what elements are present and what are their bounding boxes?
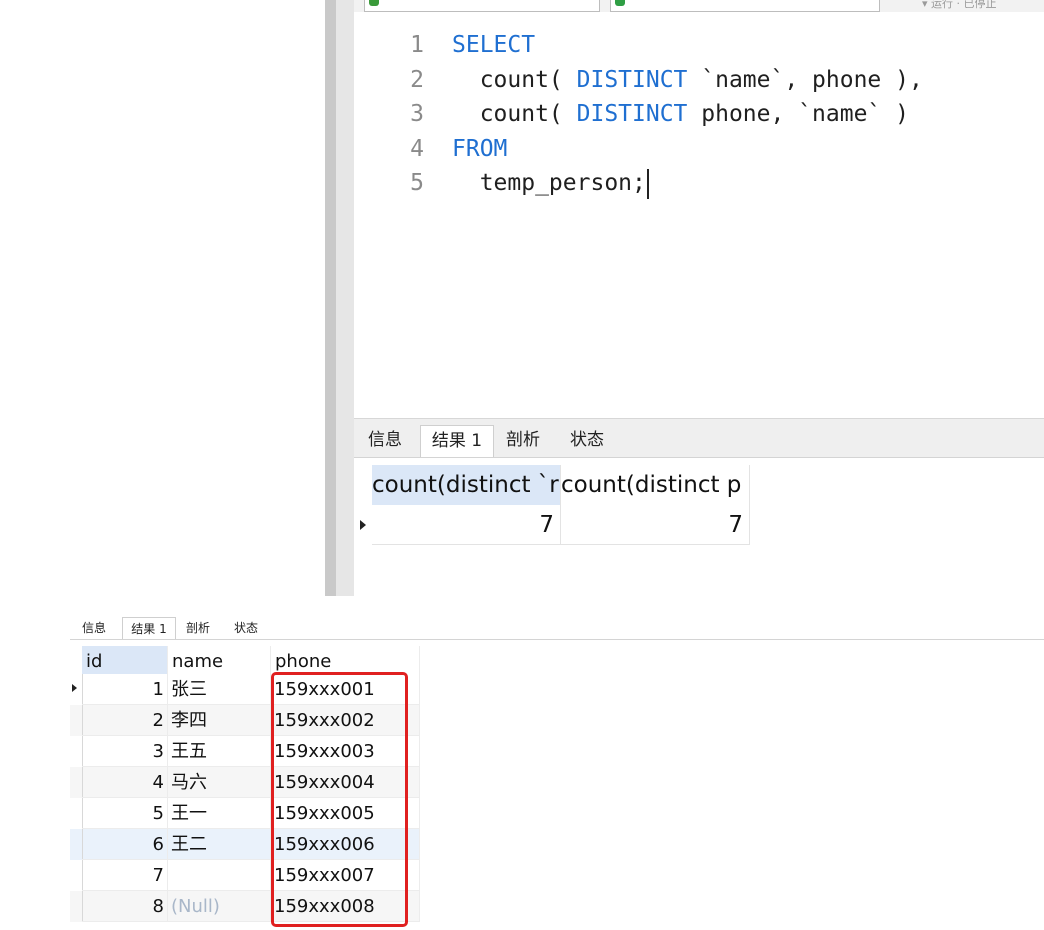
line-number: 3	[410, 101, 424, 127]
window-left-border	[325, 0, 336, 596]
code-text[interactable]: FROM	[452, 132, 507, 166]
result-cell[interactable]: 7	[561, 505, 750, 545]
result-cell[interactable]: 7	[372, 505, 561, 545]
column-header-name[interactable]: name	[168, 646, 271, 674]
sql-keyword: DISTINCT	[576, 66, 688, 93]
text-caret	[646, 168, 649, 199]
cell-name[interactable]: 王二	[168, 829, 271, 860]
cell-name[interactable]: (Null)	[168, 891, 271, 922]
cell-id[interactable]: 8	[82, 891, 168, 922]
cell-name[interactable]: 王一	[168, 798, 271, 829]
cell-id[interactable]: 5	[82, 798, 168, 829]
tab-status[interactable]: 状态	[558, 425, 616, 457]
toolbar-strip: ▾ 运行 · 已停止	[354, 0, 1044, 12]
tab-profile[interactable]: 剖析	[494, 425, 552, 457]
current-row-icon	[72, 684, 77, 692]
code-line[interactable]: 2 count( DISTINCT `name`, phone ),	[354, 63, 1044, 97]
column-header-phone[interactable]: phone	[271, 646, 420, 674]
query-editor-window: ▾ 运行 · 已停止 1 SELECT 2 count( DISTINCT `nam…	[325, 0, 1044, 596]
cell-name[interactable]: 马六	[168, 767, 271, 798]
database-icon	[615, 0, 625, 6]
result-panel: 信息 结果 1 剖析 状态 count(distinct `r count(di…	[354, 418, 1044, 596]
tab-info[interactable]: 信息	[74, 617, 114, 639]
code-text[interactable]: count( DISTINCT phone, `name` )	[452, 97, 909, 131]
phone-column-highlight	[271, 672, 408, 927]
cell-name[interactable]: 张三	[168, 674, 271, 705]
code-line[interactable]: 4 FROM	[354, 132, 1044, 166]
sql-text: `name`, phone ),	[687, 66, 923, 93]
column-header[interactable]: count(distinct p	[561, 465, 750, 505]
sql-text: temp_person;	[452, 170, 646, 196]
cell-id[interactable]: 7	[82, 860, 168, 891]
cell-id[interactable]: 6	[82, 829, 168, 860]
line-number: 2	[410, 66, 424, 93]
column-header[interactable]: count(distinct `r	[372, 465, 561, 505]
code-line[interactable]: 3 count( DISTINCT phone, `name` )	[354, 97, 1044, 131]
tab-status[interactable]: 状态	[226, 617, 266, 639]
code-line[interactable]: 1 SELECT	[354, 28, 1044, 62]
result-tabs: 信息 结果 1 剖析 状态	[70, 613, 1044, 640]
line-number: 5	[410, 170, 424, 196]
code-line[interactable]: 5 temp_person;	[354, 166, 1044, 200]
tab-info[interactable]: 信息	[354, 425, 416, 457]
code-text[interactable]: SELECT	[452, 28, 535, 62]
code-text[interactable]: temp_person;	[452, 166, 649, 200]
cell-name[interactable]: 李四	[168, 705, 271, 736]
tab-result-1[interactable]: 结果 1	[420, 425, 494, 457]
cell-id[interactable]: 2	[82, 705, 168, 736]
connection-dropdown[interactable]	[364, 0, 600, 12]
result-tabs: 信息 结果 1 剖析 状态	[354, 418, 1044, 458]
cell-id[interactable]: 3	[82, 736, 168, 767]
cell-id[interactable]: 4	[82, 767, 168, 798]
current-row-icon	[360, 520, 366, 530]
cell-name[interactable]: 王五	[168, 736, 271, 767]
toolbar-run-text[interactable]: ▾ 运行 · 已停止	[922, 0, 997, 10]
column-header-id[interactable]: id	[82, 646, 168, 674]
connection-icon	[369, 0, 379, 6]
editor-gutter-strip	[336, 0, 354, 596]
sql-text: count(	[452, 101, 577, 127]
row-selector[interactable]	[358, 505, 372, 545]
cell-name[interactable]	[168, 860, 271, 891]
tab-profile[interactable]: 剖析	[178, 617, 218, 639]
table-data-window: 信息 结果 1 剖析 状态 id name phone 1 张三 159xxx001…	[70, 613, 1044, 930]
sql-keyword: FROM	[452, 135, 508, 162]
sql-text: count(	[452, 66, 577, 93]
sql-editor[interactable]: 1 SELECT 2 count( DISTINCT `name`, phone )…	[354, 28, 1044, 418]
sql-text: phone, `name` )	[687, 101, 909, 127]
cell-id[interactable]: 1	[82, 674, 168, 705]
line-number: 4	[410, 135, 424, 162]
sql-keyword: DISTINCT	[576, 101, 688, 127]
code-text[interactable]: count( DISTINCT `name`, phone ),	[452, 63, 923, 97]
sql-keyword: SELECT	[452, 32, 536, 58]
database-dropdown[interactable]	[610, 0, 880, 12]
tab-result-1[interactable]: 结果 1	[122, 617, 176, 639]
line-number: 1	[410, 32, 424, 58]
